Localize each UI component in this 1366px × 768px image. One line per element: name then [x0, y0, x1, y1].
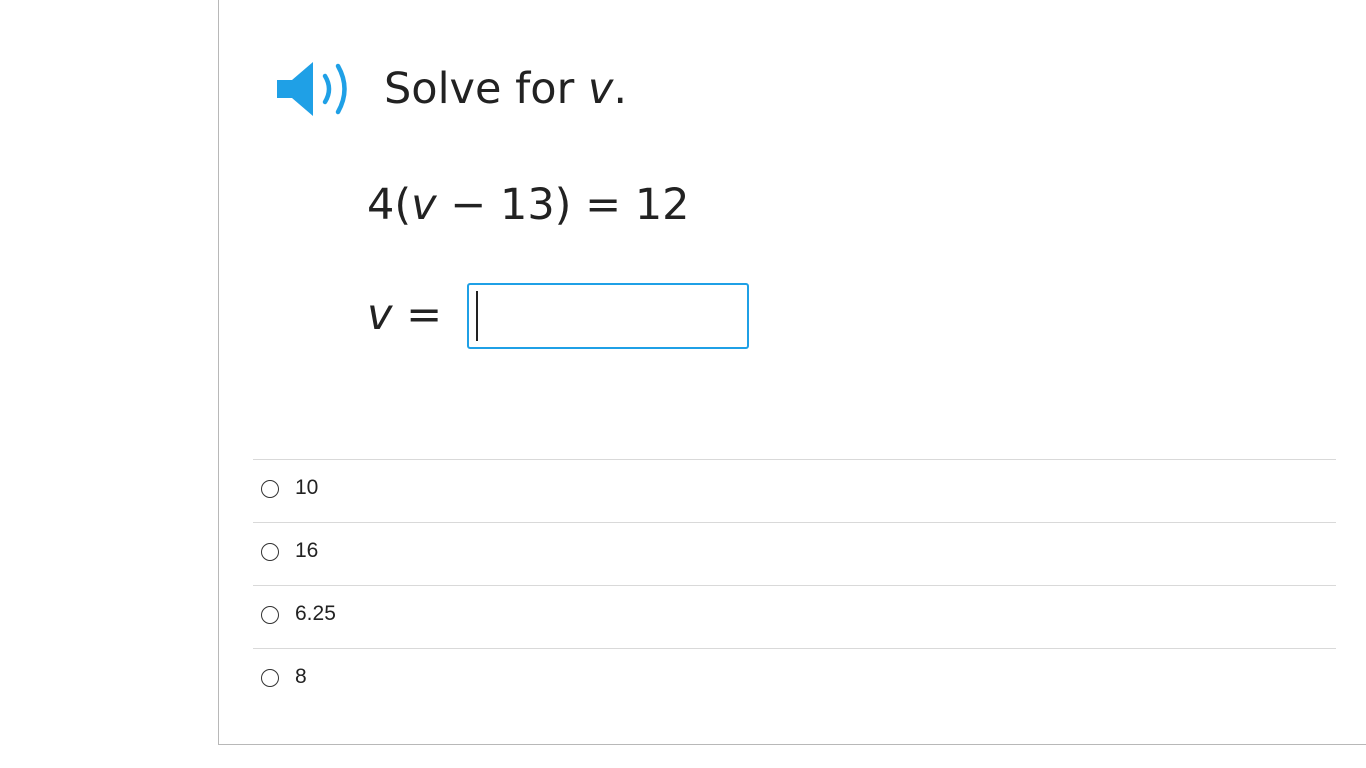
- answer-choices: 10 16 6.25 8: [253, 459, 1336, 711]
- answer-label-variable: v: [367, 290, 393, 340]
- prompt-prefix: Solve for: [384, 64, 588, 114]
- choice-option[interactable]: 8: [253, 648, 1336, 711]
- choice-label: 16: [295, 539, 319, 562]
- question-panel: Solve for v. 4(v − 13) = 12 v = 10 16 6.…: [218, 0, 1366, 745]
- answer-input[interactable]: [467, 283, 749, 349]
- radio-button[interactable]: [261, 480, 279, 498]
- radio-button[interactable]: [261, 669, 279, 687]
- prompt-variable: v: [587, 64, 614, 114]
- answer-label: v =: [367, 287, 442, 343]
- answer-label-equals: =: [392, 290, 443, 340]
- equation: 4(v − 13) = 12: [367, 177, 690, 233]
- choice-option[interactable]: 16: [253, 522, 1336, 585]
- choice-label: 10: [295, 476, 319, 499]
- speaker-icon[interactable]: [275, 56, 357, 122]
- question-prompt: Solve for v.: [384, 61, 627, 117]
- text-caret: [476, 291, 478, 341]
- choice-option[interactable]: 10: [253, 459, 1336, 522]
- prompt-suffix: .: [613, 64, 628, 114]
- equation-coefficient: 4(: [367, 180, 412, 230]
- choice-option[interactable]: 6.25: [253, 585, 1336, 648]
- choice-label: 6.25: [295, 602, 336, 625]
- radio-button[interactable]: [261, 543, 279, 561]
- radio-button[interactable]: [261, 606, 279, 624]
- choice-label: 8: [295, 665, 307, 688]
- equation-variable: v: [411, 180, 437, 230]
- equation-rest: − 13) = 12: [436, 180, 690, 230]
